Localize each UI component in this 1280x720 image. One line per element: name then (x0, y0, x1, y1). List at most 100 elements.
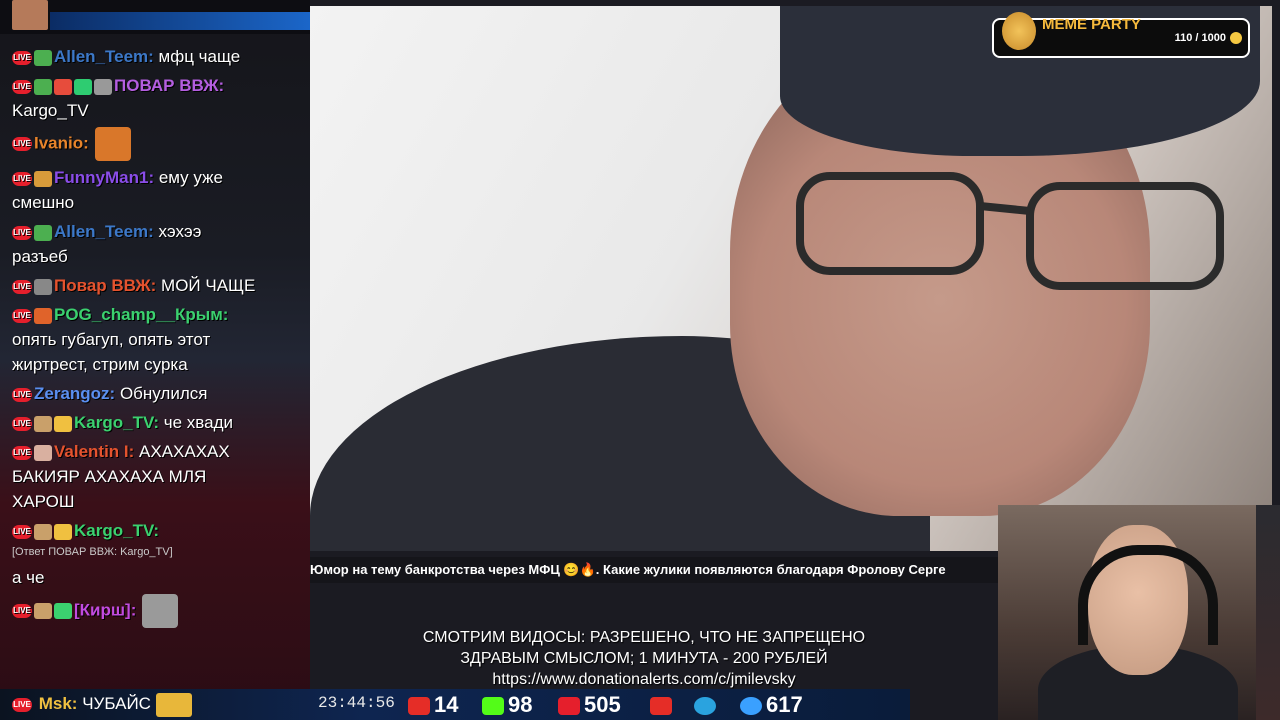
chat-last-username: Msk: (38, 694, 78, 713)
chat-text: че хвади (159, 413, 233, 432)
video-player[interactable] (310, 6, 1272, 551)
live-badge-icon: LIVE (12, 697, 32, 712)
chat-text-line: Kargo_TV (12, 101, 89, 120)
video-title-ticker: Юмор на тему банкротства через МФЦ 😊🔥. К… (310, 557, 998, 583)
live-badge-icon: LIVE (12, 225, 32, 240)
chat-text: мфц чаще (153, 47, 241, 66)
badge-emote-icon (34, 444, 52, 461)
badge-emote-icon (34, 224, 52, 241)
chat-text: АХАХАХАХ (134, 442, 230, 461)
chat-username[interactable]: FunnyMan1: (54, 168, 154, 187)
badge-emote-icon (74, 78, 92, 95)
donation-info: СМОТРИМ ВИДОСЫ: РАЗРЕШЕНО, ЧТО НЕ ЗАПРЕЩ… (330, 627, 958, 690)
chat-panel: LIVE Allen_Teem: мфц чаще LIVE ПОВАР ВВЖ: Ka… (0, 0, 310, 720)
kick-count: 98 (508, 692, 533, 717)
chat-text-line: смешно (12, 193, 75, 212)
chat-username[interactable]: Kargo_TV: (74, 521, 159, 540)
chat-text-line: жиртрест, стрим сурка (12, 355, 188, 374)
chat-username[interactable]: Allen_Teem: (54, 222, 154, 241)
chat-last-message: LIVE Msk: ЧУБАЙС (12, 691, 194, 717)
live-badge-icon: LIVE (12, 445, 32, 460)
chat-header-bar (50, 12, 310, 30)
chat-text: ему уже (154, 168, 223, 187)
ticker-text: Юмор на тему банкротства через МФЦ 😊🔥. К… (310, 562, 946, 577)
chat-username[interactable]: Zerangoz: (34, 384, 115, 403)
badge-emote-icon (54, 523, 72, 540)
coin-icon (1230, 32, 1242, 44)
chat-message: LIVE Ivanio: (12, 127, 302, 161)
live-badge-icon: LIVE (12, 416, 32, 431)
chat-text-line: БАКИЯР АХАХАХА МЛЯ (12, 467, 207, 486)
chat-username[interactable]: Allen_Teem: (54, 47, 154, 66)
emote-icon (155, 692, 192, 717)
webcam-side-strip (1256, 505, 1280, 720)
chat-username[interactable]: POG_champ__Крым: (54, 305, 228, 324)
chat-username[interactable]: Kargo_TV: (74, 413, 159, 432)
chat-message: LIVE Allen_Teem: мфц чаще (12, 44, 302, 69)
chat-username[interactable]: ПОВАР ВВЖ: (114, 76, 224, 95)
live-badge-icon: LIVE (12, 279, 32, 294)
chat-text-line: опять губагуп, опять этот (12, 330, 211, 349)
live-badge-icon: LIVE (12, 79, 32, 94)
chat-message: LIVE Valentin I: АХАХАХАХ БАКИЯР АХАХАХА М… (12, 439, 302, 514)
meme-party-title: MEME PARTY (1042, 16, 1141, 33)
live-count: 505 (584, 692, 621, 717)
kick-icon (482, 697, 504, 716)
chat-message: LIVE [Кирш]: (12, 594, 302, 628)
donation-line-2: ЗДРАВЫМ СМЫСЛОМ; 1 МИНУТА - 200 РУБЛЕЙ (460, 650, 828, 667)
chat-message: LIVE Kargo_TV: че хвади (12, 410, 302, 435)
chat-last-text: ЧУБАЙС (82, 694, 151, 713)
chat-message: LIVE POG_champ__Крым: опять губагуп, опять… (12, 302, 302, 377)
live-badge-icon: LIVE (12, 50, 32, 65)
badge-emote-icon (34, 49, 52, 66)
badge-emote-icon (54, 415, 72, 432)
streamer-avatar (12, 0, 48, 30)
play-icon (650, 697, 672, 716)
live-badge-icon: LIVE (12, 308, 32, 323)
reply-context: [Ответ ПОВАР ВВЖ: Kargo_TV] (12, 546, 173, 558)
chat-message: LIVE Allen_Teem: хэхээ разъеб (12, 219, 302, 269)
youtube-icon (408, 697, 430, 716)
chat-username[interactable]: Повар ВВЖ: (54, 276, 156, 295)
stats-bar: LIVE Msk: ЧУБАЙС 23:44:56 14 98 505 617 (0, 689, 910, 720)
chat-text-line: ХАРОШ (12, 492, 75, 511)
chat-username[interactable]: Ivanio: (34, 133, 89, 152)
person-icon (740, 697, 762, 716)
chat-messages: LIVE Allen_Teem: мфц чаще LIVE ПОВАР ВВЖ: Ka… (12, 44, 302, 632)
play-stat (650, 689, 676, 720)
chat-emote-icon (142, 594, 179, 628)
chat-message: LIVE FunnyMan1: ему уже смешно (12, 165, 302, 215)
chat-message-text: а че (12, 568, 45, 587)
badge-emote-icon (54, 603, 72, 619)
glasses-shape (796, 172, 1224, 290)
telegram-icon (694, 697, 716, 716)
badge-emote-icon (34, 307, 52, 324)
donation-line-1: СМОТРИМ ВИДОСЫ: РАЗРЕШЕНО, ЧТО НЕ ЗАПРЕЩ… (422, 629, 866, 646)
donation-link[interactable]: https://www.donationalerts.com/c/jmilevs… (330, 669, 958, 690)
badge-emote-icon (94, 78, 112, 95)
headphones-icon (1078, 545, 1218, 645)
chat-text: МОЙ ЧАЩЕ (156, 276, 256, 295)
viewers-count: 617 (766, 692, 803, 717)
live-viewers: 505 (558, 689, 621, 720)
badge-emote-icon (34, 523, 52, 540)
live-badge-icon: LIVE (12, 524, 32, 539)
doge-icon (1002, 12, 1036, 50)
total-viewers: 617 (740, 689, 803, 720)
chat-header (0, 0, 310, 34)
live-badge-icon: LIVE (12, 137, 32, 151)
chat-message: LIVE Повар ВВЖ: МОЙ ЧАЩЕ (12, 273, 302, 298)
live-badge-icon: LIVE (12, 171, 32, 186)
live-badge-icon: LIVE (12, 387, 32, 402)
chat-text-line: разъеб (12, 247, 68, 266)
chat-username[interactable]: Valentin I: (54, 442, 134, 461)
meme-party-widget: MEME PARTY 110 / 1000 (992, 12, 1250, 58)
chat-text: Обнулился (115, 384, 208, 403)
telegram-stat (694, 689, 720, 720)
youtube-viewers: 14 (408, 689, 458, 720)
streamer-webcam (998, 505, 1256, 720)
live-icon (558, 697, 580, 716)
chat-username[interactable]: [Кирш]: (74, 600, 136, 619)
chat-message: LIVE Zerangoz: Обнулился (12, 381, 302, 406)
chat-emote-icon (94, 127, 131, 161)
